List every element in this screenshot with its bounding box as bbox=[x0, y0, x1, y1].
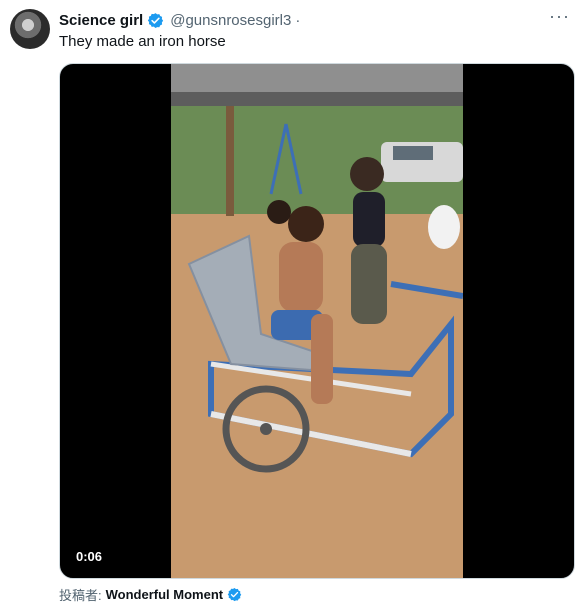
video-player[interactable]: 0:06 bbox=[59, 63, 575, 579]
video-timer: 0:06 bbox=[70, 547, 109, 566]
attribution: 投稿者: Wonderful Moment bbox=[59, 585, 242, 604]
tweet-header: Science girl @gunsnrosesgirl3 · bbox=[59, 10, 300, 30]
verified-badge-icon bbox=[148, 12, 164, 28]
author-avatar[interactable] bbox=[10, 9, 50, 49]
author-handle[interactable]: @gunsnrosesgirl3 bbox=[170, 12, 291, 29]
video-thumbnail bbox=[171, 64, 463, 578]
verified-badge-icon bbox=[227, 587, 242, 602]
video-frame bbox=[171, 64, 463, 578]
attribution-label: 投稿者: bbox=[59, 588, 102, 603]
separator-dot: · bbox=[295, 11, 301, 29]
attribution-source[interactable]: Wonderful Moment bbox=[106, 587, 223, 602]
author-name[interactable]: Science girl bbox=[59, 12, 143, 29]
more-options-icon[interactable]: ··· bbox=[549, 6, 570, 27]
tweet-text: They made an iron horse bbox=[59, 33, 226, 50]
